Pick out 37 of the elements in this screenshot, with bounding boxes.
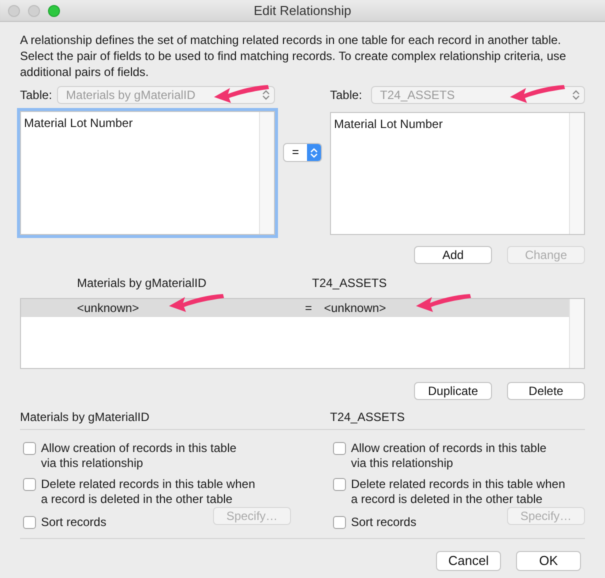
checkbox-label: Delete related records in this table when a record is deleted in the other table — [41, 477, 256, 507]
window-title: Edit Relationship — [254, 2, 352, 20]
add-button[interactable]: Add — [414, 246, 492, 264]
scrollbar-track[interactable] — [569, 299, 584, 368]
checkbox[interactable] — [23, 478, 36, 491]
section-title: Materials by gMaterialID — [20, 409, 150, 426]
checkbox-label: Allow creation of records in this table via this relationship — [41, 441, 236, 471]
checkbox[interactable] — [333, 442, 346, 455]
checkbox[interactable] — [333, 478, 346, 491]
checkbox[interactable] — [23, 442, 36, 455]
stepper-icon — [262, 89, 270, 101]
table-label: Table: — [20, 87, 52, 104]
criteria-cell-text: <unknown> — [324, 300, 386, 317]
criteria-cell-text: <unknown> — [77, 300, 140, 317]
checkbox-label: Allow creation of records in this table via this relationship — [351, 441, 546, 471]
operator-text: = — [305, 300, 314, 317]
description-text: A relationship defines the set of matching related records in one table for each record in another table. Select the pair of fields to be used to find matching records. To create complex relationship criteria, use additional pairs of fields. — [20, 32, 568, 80]
checkbox[interactable] — [333, 516, 346, 529]
checkbox-label: Sort records — [351, 515, 416, 530]
operator-popup[interactable]: = — [283, 143, 322, 162]
stepper-icon — [310, 146, 318, 158]
duplicate-button[interactable]: Duplicate — [414, 382, 492, 400]
minimize-icon[interactable] — [28, 5, 40, 17]
section-title: T24_ASSETS — [330, 409, 406, 426]
close-icon[interactable] — [8, 5, 20, 17]
ok-button[interactable]: OK — [516, 551, 581, 571]
criteria-row[interactable]: <unknown> = <unknown> — [21, 299, 569, 317]
stepper-icon — [572, 89, 580, 101]
checkbox-label: Delete related records in this table when a record is deleted in the other table — [351, 477, 566, 507]
column-header: Materials by gMaterialID — [77, 275, 208, 292]
cancel-button[interactable]: Cancel — [436, 551, 501, 571]
delete-button[interactable]: Delete — [507, 382, 585, 400]
checkbox-label: Sort records — [41, 515, 106, 530]
table-label: Table: — [330, 87, 362, 104]
checkbox[interactable] — [23, 516, 36, 529]
zoom-icon[interactable] — [48, 5, 60, 17]
column-header: T24_ASSETS — [312, 275, 387, 292]
